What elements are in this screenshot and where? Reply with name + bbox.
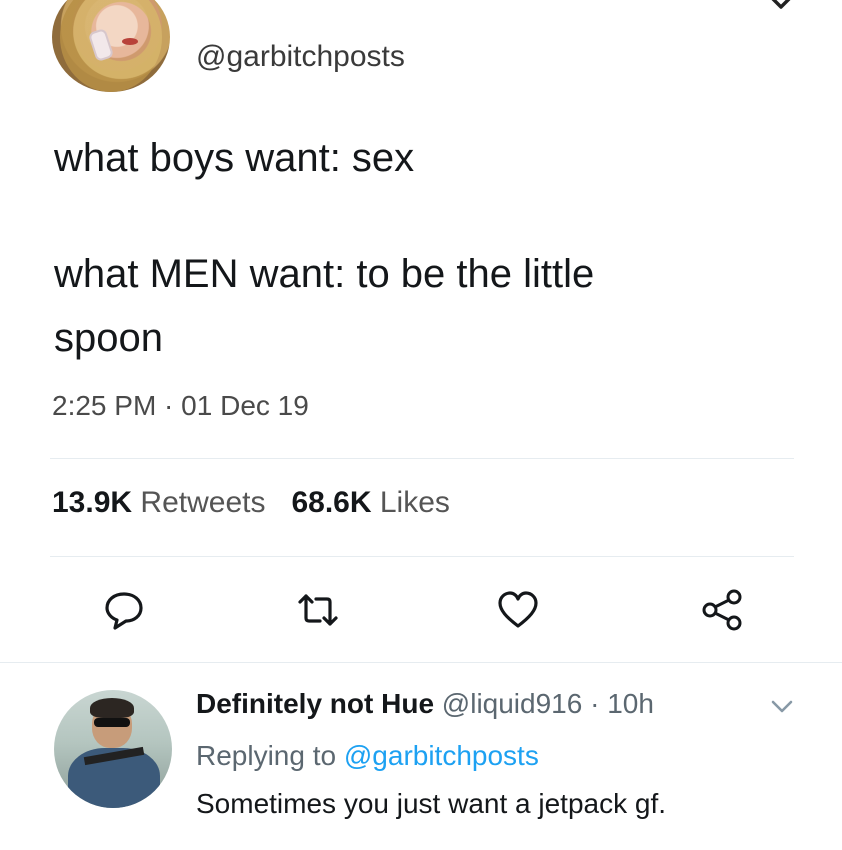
avatar-hair bbox=[90, 698, 134, 718]
retweet-button[interactable] bbox=[296, 588, 340, 632]
tweet-date: 01 Dec 19 bbox=[181, 390, 309, 421]
retweets-stat[interactable]: 13.9K Retweets bbox=[52, 486, 265, 519]
replying-to-mention[interactable]: @garbitchposts bbox=[344, 740, 539, 771]
tweet-stats: 13.9K Retweets 68.6K Likes bbox=[52, 486, 450, 520]
reply-separator: · bbox=[582, 688, 608, 719]
share-button[interactable] bbox=[700, 588, 744, 632]
retweets-count: 13.9K bbox=[52, 486, 133, 519]
chevron-down-icon[interactable] bbox=[770, 698, 794, 716]
tweet-text-line: spoon bbox=[54, 316, 163, 360]
tweet-screenshot: @garbitchposts what boys want: sex what … bbox=[0, 0, 842, 850]
author-handle[interactable]: @garbitchposts bbox=[196, 40, 405, 74]
reply-author-avatar[interactable] bbox=[54, 690, 172, 808]
heart-icon bbox=[498, 591, 538, 628]
divider bbox=[0, 662, 842, 663]
avatar-lips bbox=[122, 38, 138, 45]
reply-author-name[interactable]: Definitely not Hue bbox=[196, 688, 434, 719]
timestamp-separator: · bbox=[156, 390, 182, 421]
tweet-timestamp[interactable]: 2:25 PM · 01 Dec 19 bbox=[52, 390, 309, 422]
retweets-label: Retweets bbox=[140, 486, 266, 519]
likes-stat[interactable]: 68.6K Likes bbox=[291, 486, 449, 519]
retweet-icon bbox=[298, 594, 338, 626]
likes-label: Likes bbox=[379, 486, 450, 519]
tweet-text-line: what MEN want: to be the little bbox=[54, 252, 595, 296]
avatar-sunglasses bbox=[94, 718, 130, 727]
replying-to: Replying to @garbitchposts bbox=[196, 740, 539, 772]
divider bbox=[50, 458, 794, 459]
reply-text: Sometimes you just want a jetpack gf. bbox=[196, 788, 666, 819]
tweet-text-line: what boys want: sex bbox=[54, 136, 415, 180]
likes-count: 68.6K bbox=[291, 486, 372, 519]
reply-header: Definitely not Hue @liquid916 · 10h bbox=[196, 688, 654, 720]
chevron-down-icon[interactable] bbox=[766, 0, 796, 14]
author-avatar[interactable] bbox=[52, 0, 170, 92]
replying-prefix: Replying to bbox=[196, 740, 337, 771]
divider bbox=[50, 556, 794, 557]
tweet-time: 2:25 PM bbox=[52, 390, 157, 421]
reply-author-handle[interactable]: @liquid916 bbox=[442, 688, 583, 719]
reply-icon bbox=[105, 592, 143, 630]
like-button[interactable] bbox=[496, 588, 540, 632]
reply-button[interactable] bbox=[102, 588, 146, 632]
share-icon bbox=[702, 589, 742, 631]
reply-age[interactable]: 10h bbox=[607, 688, 654, 719]
